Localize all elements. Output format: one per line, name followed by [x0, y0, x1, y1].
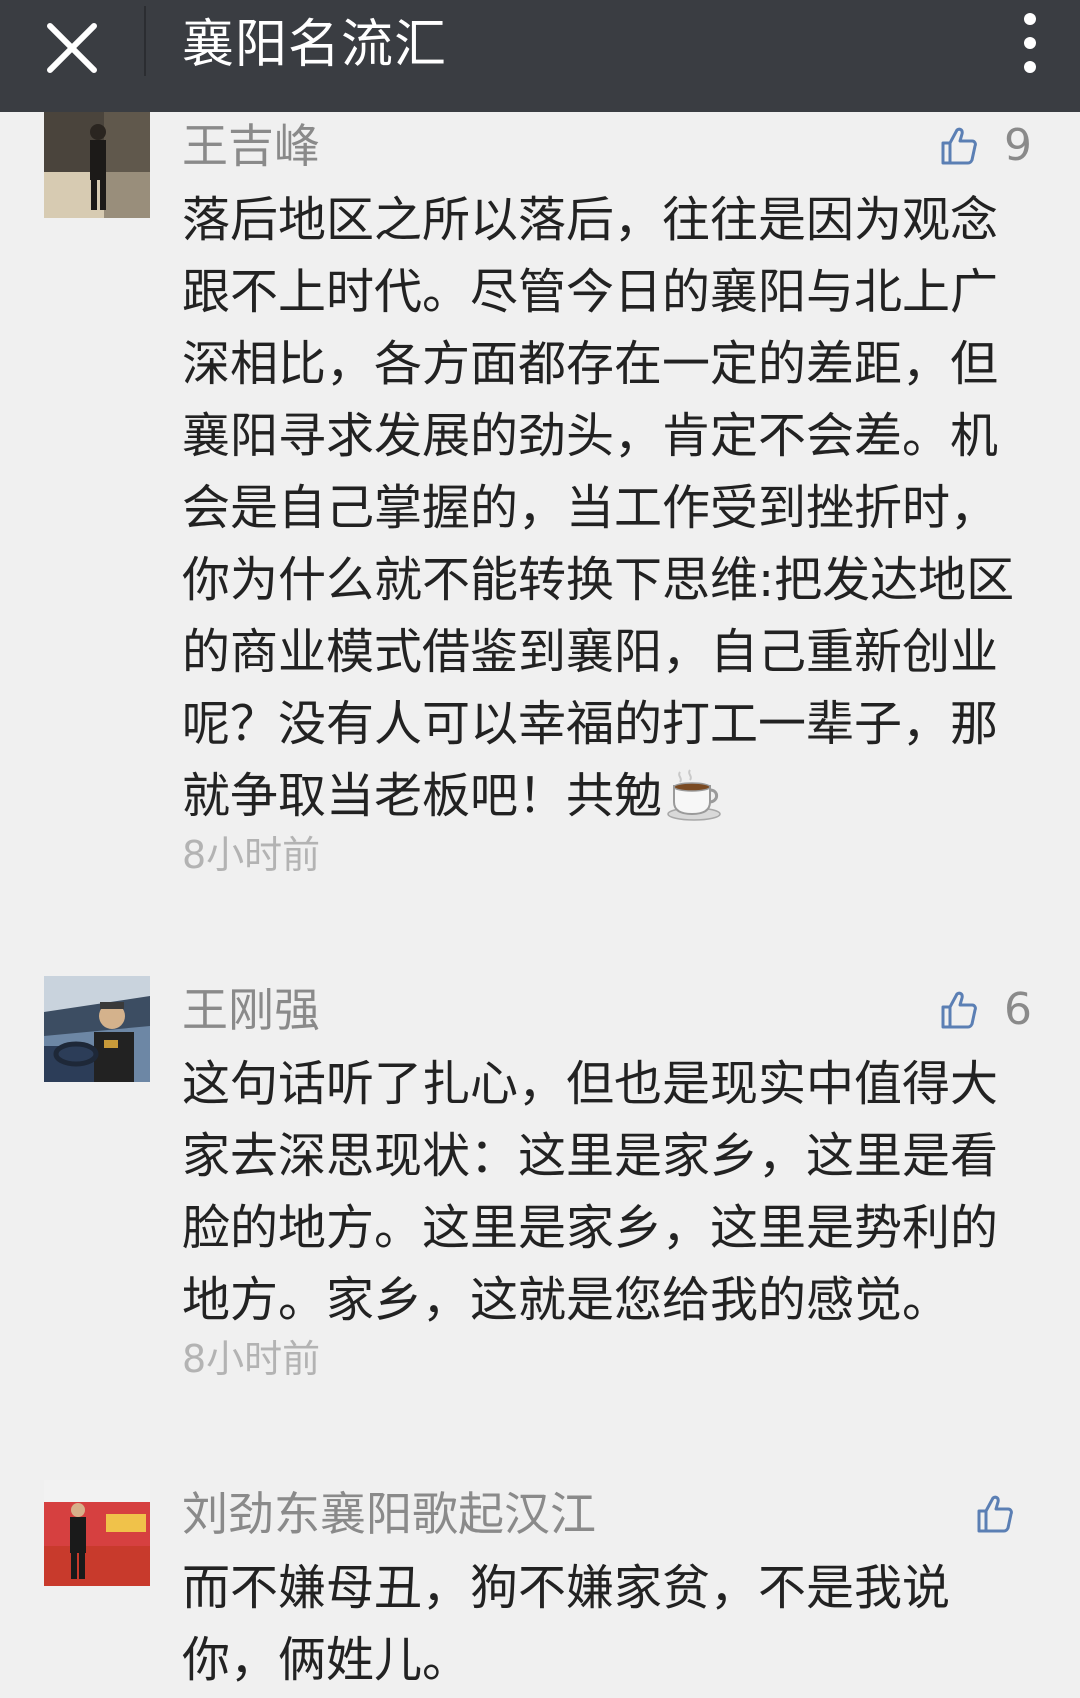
- like-button[interactable]: 9: [940, 118, 1032, 174]
- thumbs-up-icon: [941, 127, 977, 165]
- comment-body: 而不嫌母丑，狗不嫌家贫，不是我说你，俩姓儿。: [182, 1560, 951, 1688]
- avatar[interactable]: [44, 112, 150, 218]
- comment-text: 这句话听了扎心，但也是现实中值得大家去深思现状：这里是家乡，这里是看脸的地方。这…: [182, 1048, 1022, 1336]
- comment-author-name[interactable]: 刘劲东襄阳歌起汉江: [182, 1486, 596, 1542]
- comment-item: 王吉峰 9 落后地区之所以落后，往往是因为观念跟不上时代。尽管今日的襄阳与北上广…: [0, 112, 1080, 892]
- thumbs-up-icon: [977, 1495, 1013, 1533]
- comment-time: 8小时前: [182, 1337, 321, 1381]
- comment-text: 落后地区之所以落后，往往是因为观念跟不上时代。尽管今日的襄阳与北上广深相比，各方…: [182, 184, 1022, 842]
- comment-author-name[interactable]: 王刚强: [182, 982, 320, 1038]
- comment-body: 这句话听了扎心，但也是现实中值得大家去深思现状：这里是家乡，这里是看脸的地方。这…: [182, 1056, 999, 1328]
- comment-item: 刘劲东襄阳歌起汉江 而不嫌母丑，狗不嫌家贫，不是我说你，俩姓儿。: [0, 1480, 1080, 1698]
- like-count: 6: [1004, 984, 1032, 1035]
- top-bar: 襄阳名流汇: [0, 0, 1080, 112]
- like-button[interactable]: 6: [940, 982, 1032, 1038]
- avatar[interactable]: [44, 1480, 150, 1586]
- comment-author-name[interactable]: 王吉峰: [182, 118, 320, 174]
- thumbs-up-icon: [941, 991, 977, 1029]
- comment-time: 8小时前: [182, 833, 321, 877]
- more-vertical-icon[interactable]: [1018, 10, 1042, 76]
- header-divider: [144, 6, 146, 76]
- avatar[interactable]: [44, 976, 150, 1082]
- comment-item: 王刚强 6 这句话听了扎心，但也是现实中值得大家去深思现状：这里是家乡，这里是看…: [0, 976, 1080, 1396]
- comment-body: 落后地区之所以落后，往往是因为观念跟不上时代。尽管今日的襄阳与北上广深相比，各方…: [182, 192, 1015, 824]
- close-icon[interactable]: [40, 16, 104, 80]
- coffee-cup-icon: [666, 766, 724, 842]
- like-button[interactable]: [976, 1486, 1014, 1542]
- comment-text: 而不嫌母丑，狗不嫌家贫，不是我说你，俩姓儿。: [182, 1552, 972, 1696]
- like-count: 9: [1004, 120, 1032, 171]
- page-title: 襄阳名流汇: [182, 15, 448, 75]
